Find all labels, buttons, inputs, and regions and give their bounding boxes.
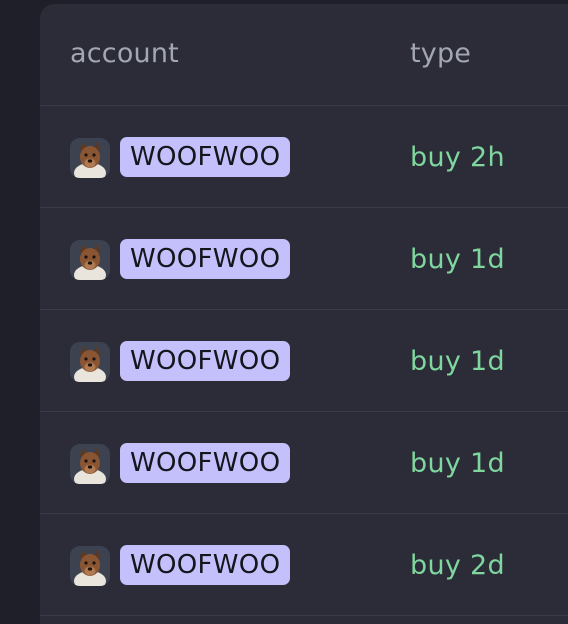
dog-avatar-icon[interactable] [70, 138, 110, 178]
account-tag[interactable]: WOOFWOO [120, 443, 291, 483]
table-row[interactable]: WOOFWOO buy 2h [40, 106, 568, 208]
transaction-type: buy 1d [410, 346, 505, 377]
dog-avatar-icon[interactable] [70, 444, 110, 484]
table-row[interactable]: WOOFWOO buy 1d [40, 412, 568, 514]
account-tag[interactable]: WOOFWOO [120, 137, 291, 177]
transaction-type: buy 1d [410, 244, 505, 275]
transaction-type: buy 2h [410, 142, 505, 173]
account-tag[interactable]: WOOFWOO [120, 239, 291, 279]
transaction-type: buy 2d [410, 550, 505, 581]
account-tag[interactable]: WOOFWOO [120, 545, 291, 585]
table-header: account type [40, 4, 568, 106]
dog-avatar-icon[interactable] [70, 342, 110, 382]
dog-avatar-icon[interactable] [70, 546, 110, 586]
table-row[interactable]: WOOFWOO buy 1d [40, 310, 568, 412]
table-row[interactable]: WOOFWOO buy 2d [40, 514, 568, 616]
table-row[interactable]: WOOFWOO buy 1d [40, 208, 568, 310]
column-header-type: type [410, 38, 472, 69]
account-tag[interactable]: WOOFWOO [120, 341, 291, 381]
column-header-account: account [70, 38, 179, 69]
transaction-type: buy 1d [410, 448, 505, 479]
activity-table: account type WOOFWOO buy 2h WOOFWOO buy … [40, 4, 568, 624]
dog-avatar-icon[interactable] [70, 240, 110, 280]
